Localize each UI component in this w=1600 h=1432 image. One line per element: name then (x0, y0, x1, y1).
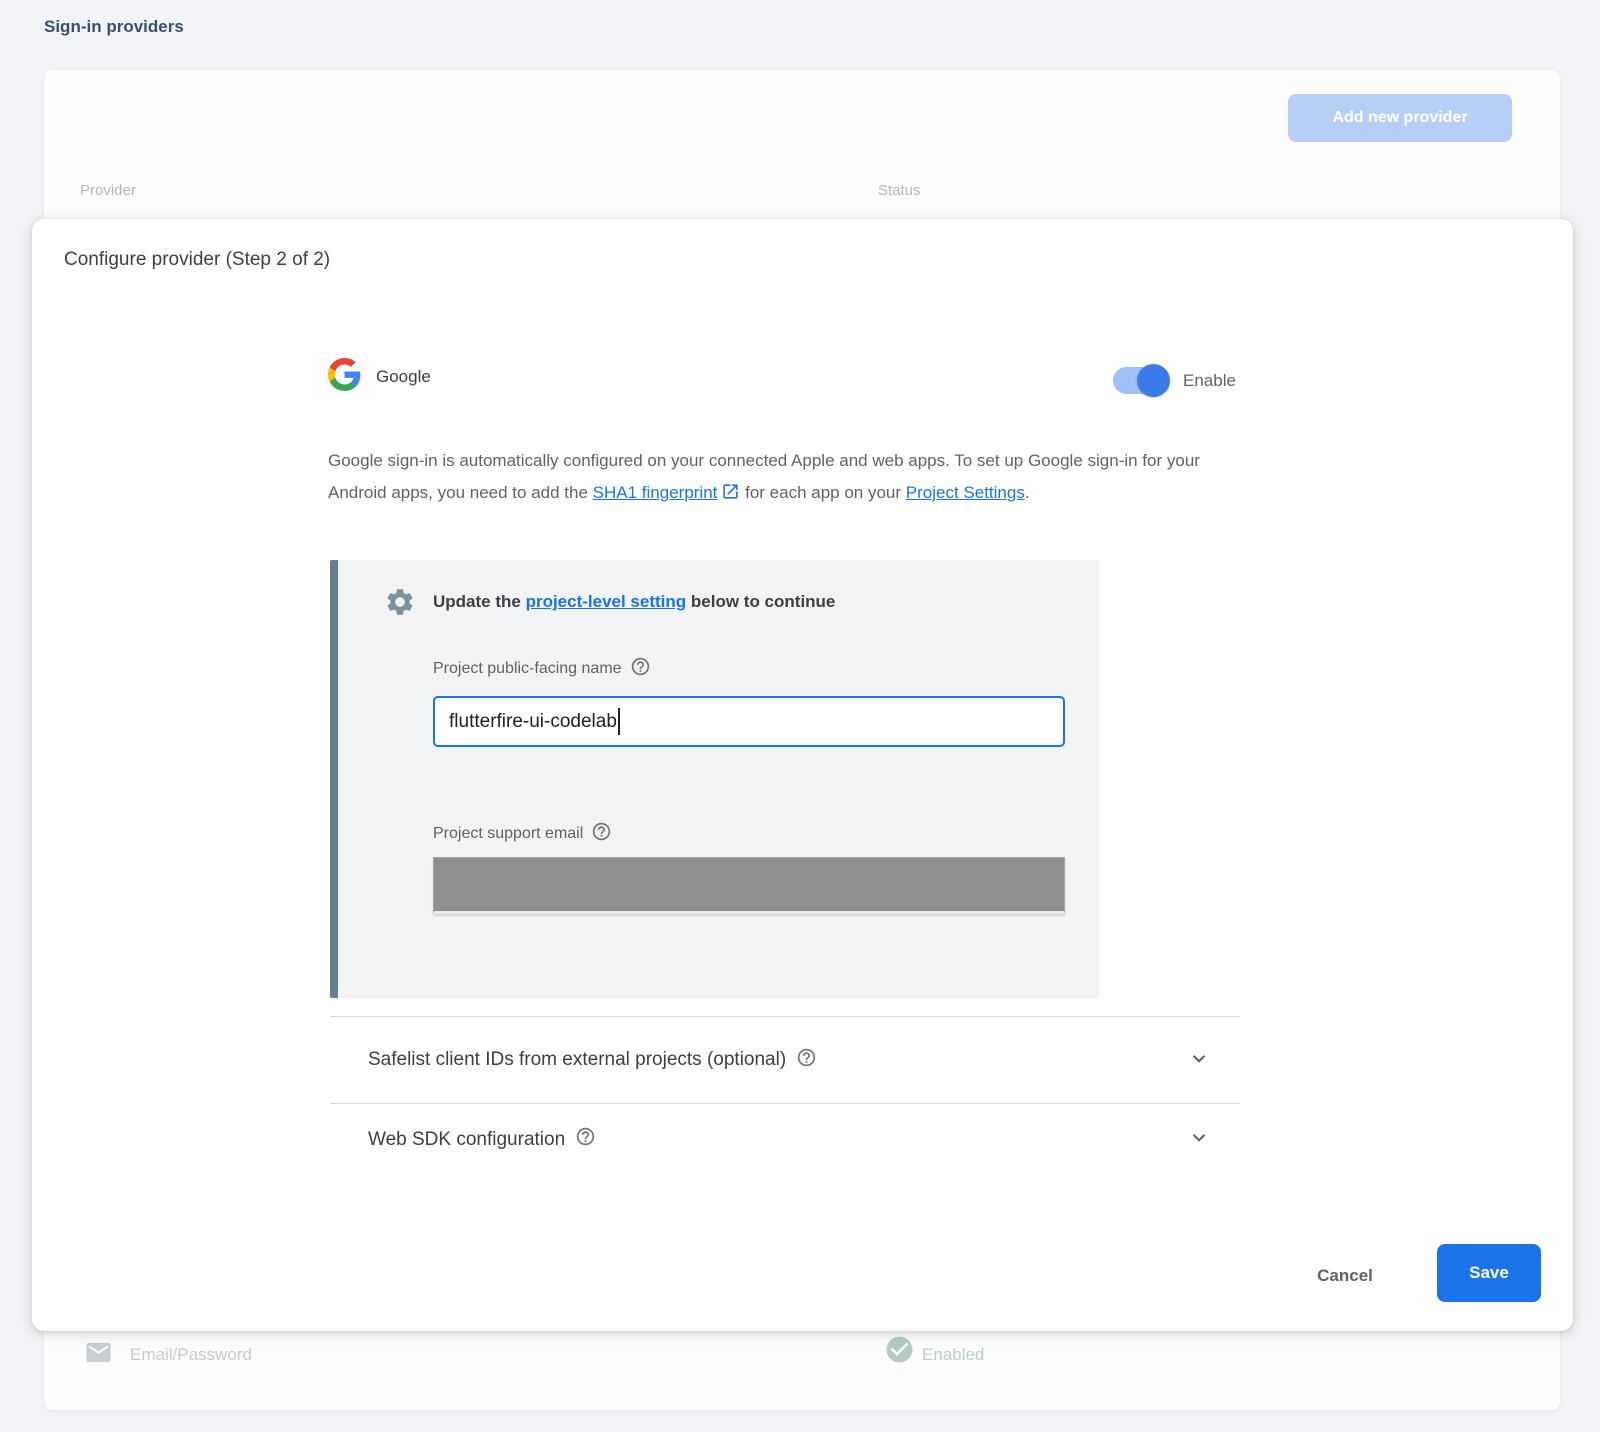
description-text: . (1025, 483, 1030, 502)
panel-label: Safelist client IDs from external projec… (368, 1047, 817, 1074)
public-facing-name-input[interactable]: flutterfire-ui-codelab (433, 696, 1065, 747)
column-header-status: Status (878, 182, 921, 199)
page-title: Sign-in providers (44, 17, 184, 37)
field-label-text: Project public-facing name (433, 660, 622, 678)
envelope-icon (84, 1338, 113, 1372)
check-circle-icon (884, 1334, 915, 1370)
public-facing-name-label: Project public-facing name (433, 656, 651, 682)
dialog-title: Configure provider (Step 2 of 2) (64, 249, 330, 271)
input-value: flutterfire-ui-codelab (449, 711, 617, 733)
support-email-select[interactable] (433, 857, 1065, 914)
provider-description: Google sign-in is automatically configur… (328, 445, 1248, 511)
project-level-setting-callout: Update the project-level setting below t… (330, 560, 1099, 998)
project-settings-link[interactable]: Project Settings (906, 483, 1025, 502)
support-email-label: Project support email (433, 821, 612, 847)
enable-toggle-label: Enable (1183, 371, 1236, 391)
toggle-thumb (1137, 364, 1170, 397)
column-header-provider: Provider (80, 182, 136, 199)
provider-row-status: Enabled (922, 1345, 984, 1365)
callout-heading-text: Update the (433, 592, 526, 611)
description-text: for each app on your (740, 483, 905, 502)
provider-name: Google (376, 367, 431, 387)
project-level-setting-link[interactable]: project-level setting (526, 592, 687, 611)
help-circle-icon[interactable] (630, 656, 651, 682)
panel-label-text: Web SDK configuration (368, 1129, 565, 1151)
enable-toggle[interactable] (1113, 367, 1168, 394)
cancel-button[interactable]: Cancel (1290, 1256, 1400, 1296)
table-row-email-password[interactable]: Email/Password Enabled (44, 1325, 1560, 1395)
callout-heading-text: below to continue (686, 592, 835, 611)
panel-label: Web SDK configuration (368, 1126, 596, 1153)
callout-heading: Update the project-level setting below t… (433, 592, 835, 612)
help-circle-icon[interactable] (575, 1126, 596, 1153)
web-sdk-configuration-panel[interactable]: Web SDK configuration (330, 1103, 1240, 1175)
panel-label-text: Safelist client IDs from external projec… (368, 1049, 786, 1071)
chevron-down-icon[interactable] (1186, 1124, 1212, 1155)
google-logo-icon (328, 358, 361, 396)
sha1-fingerprint-link[interactable]: SHA1 fingerprint (593, 483, 718, 502)
configure-provider-dialog: Configure provider (Step 2 of 2) Google … (32, 219, 1573, 1331)
help-circle-icon[interactable] (591, 821, 612, 847)
safelist-client-ids-panel[interactable]: Safelist client IDs from external projec… (330, 1016, 1240, 1103)
google-provider-row: Google (328, 360, 431, 394)
help-circle-icon[interactable] (796, 1047, 817, 1074)
field-label-text: Project support email (433, 825, 583, 843)
open-in-new-icon (721, 486, 740, 505)
save-button[interactable]: Save (1437, 1244, 1541, 1302)
text-caret (618, 708, 620, 735)
provider-row-label: Email/Password (130, 1345, 252, 1365)
add-new-provider-button[interactable]: Add new provider (1288, 94, 1512, 142)
chevron-down-icon[interactable] (1186, 1045, 1212, 1076)
gear-icon (384, 586, 416, 623)
